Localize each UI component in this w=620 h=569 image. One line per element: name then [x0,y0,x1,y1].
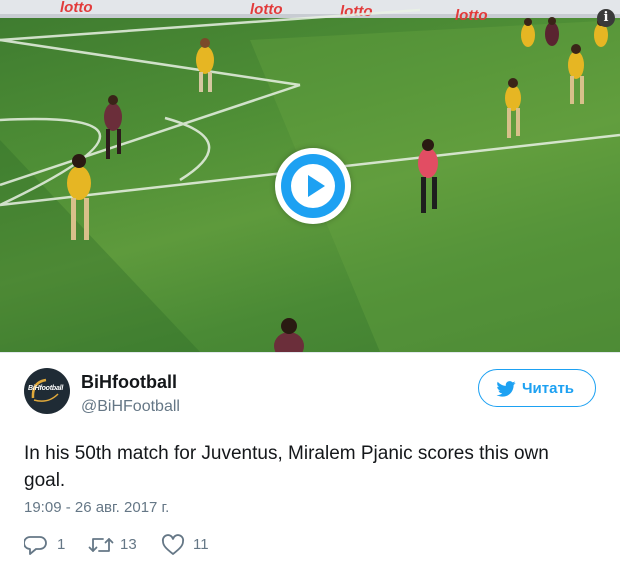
user-handle[interactable]: @BiHFootball [81,398,180,416]
divider [0,352,620,353]
reply-button[interactable]: 1 [24,533,69,557]
board-logo: lotto [250,1,282,18]
reply-icon [24,536,47,555]
like-count: 11 [193,536,209,553]
retweet-icon [88,538,114,552]
avatar[interactable]: BiHfootball [24,368,70,414]
play-icon [291,164,335,208]
reply-count: 1 [57,536,66,553]
heart-icon [161,534,185,555]
tweet-text: In his 50th match for Juventus, Miralem … [24,443,549,491]
avatar-text: BiHfootball [28,385,64,392]
board-logo: lotto [60,0,92,16]
like-button[interactable]: 11 [161,533,216,557]
play-button-circle [281,154,345,218]
video-player[interactable]: lotto lotto lotto lotto i [0,0,620,352]
follow-button-label: Читать [522,380,575,397]
info-icon[interactable]: i [597,9,615,27]
retweet-count: 13 [120,536,137,553]
follow-button[interactable]: Читать [478,369,596,407]
twitter-bird-icon [496,381,516,397]
tweet-timestamp[interactable]: 19:09 - 26 авг. 2017 г. [24,499,169,516]
play-button[interactable] [275,148,351,224]
board-logo: lotto [340,3,372,20]
board-logo: lotto [455,7,487,24]
display-name[interactable]: BiHfootball [81,372,177,393]
retweet-button[interactable]: 13 [88,533,148,557]
